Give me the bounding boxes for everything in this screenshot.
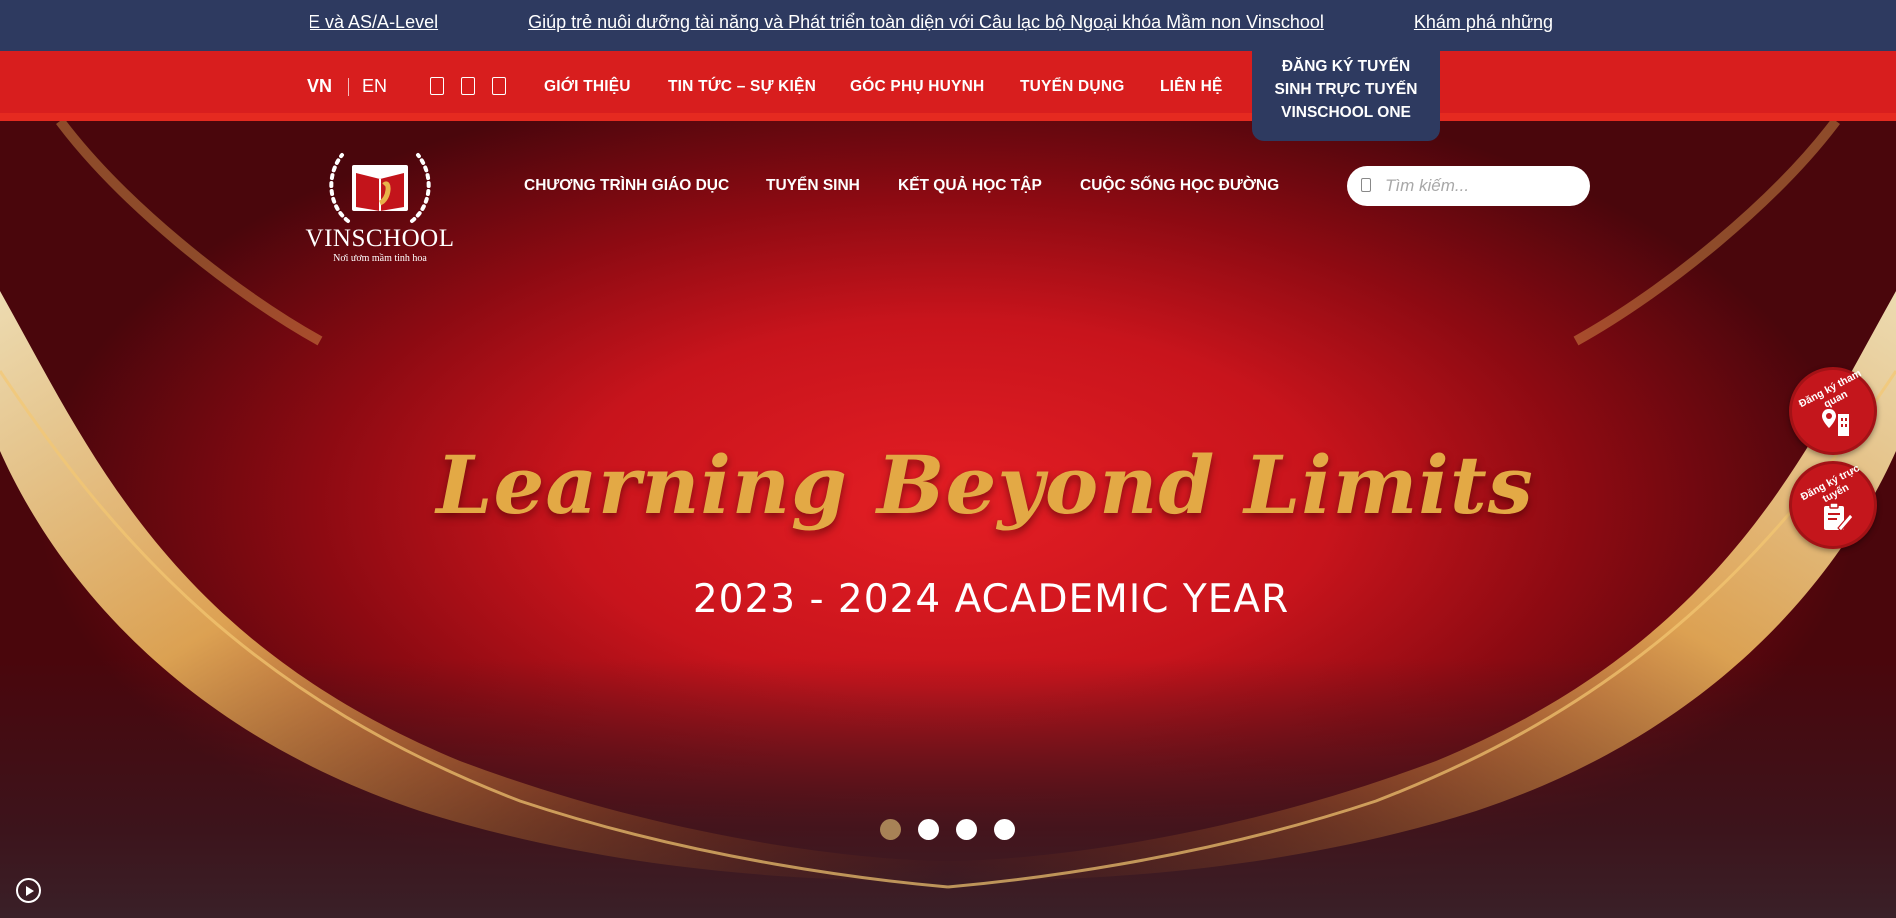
topnav-gioi-thieu[interactable]: GIỚI THIỆU — [544, 78, 631, 96]
ticker-link[interactable]: Giúp trẻ nuôi dưỡng tài năng và Phát tri… — [528, 12, 1324, 33]
slider-play-button[interactable] — [16, 878, 41, 903]
nav-tuyen-sinh[interactable]: TUYỂN SINH — [766, 177, 860, 195]
topnav-goc-phu-huynh[interactable]: GÓC PHỤ HUYNH — [850, 78, 984, 96]
search-input[interactable] — [1385, 166, 1580, 206]
nav-ket-qua[interactable]: KẾT QUẢ HỌC TẬP — [898, 177, 1042, 195]
topnav-tuyen-dung[interactable]: TUYỂN DỤNG — [1020, 78, 1124, 96]
ticker-track: thi IGCSE và AS/A-Level Giúp trẻ nuôi dư… — [310, 12, 1553, 33]
enroll-online-button[interactable]: ĐĂNG KÝ TUYỂN SINH TRỰC TUYẾN VINSCHOOL … — [1252, 51, 1440, 141]
lang-vn-link[interactable]: VN — [307, 76, 332, 97]
facebook-icon[interactable] — [430, 77, 444, 95]
search-box — [1347, 166, 1590, 206]
logo-wordmark: VINSCHOOL — [305, 225, 455, 252]
top-bar: VN EN GIỚI THIỆU TIN TỨC – SỰ KIỆN GÓC P… — [0, 51, 1896, 121]
logo-tagline: Nơi ươm mầm tinh hoa — [333, 253, 427, 264]
news-ticker: thi IGCSE và AS/A-Level Giúp trẻ nuôi dư… — [0, 0, 1896, 51]
clipboard-pen-icon — [1824, 502, 1852, 532]
hero-headline: Learning Beyond Limits — [436, 438, 1534, 532]
lang-en-link[interactable]: EN — [362, 76, 387, 97]
instagram-icon[interactable] — [492, 77, 506, 95]
logo-emblem-icon — [329, 153, 431, 223]
search-icon — [1361, 178, 1371, 192]
location-building-icon — [1822, 409, 1849, 436]
nav-cuoc-song[interactable]: CUỘC SỐNG HỌC ĐƯỜNG — [1080, 177, 1279, 195]
slider-dot-3[interactable] — [956, 819, 977, 840]
register-online-button[interactable]: Đăng ký trực tuyến — [1789, 461, 1877, 549]
slider-dot-1[interactable] — [880, 819, 901, 840]
hero-subline: 2023 - 2024 ACADEMIC YEAR — [692, 577, 1290, 622]
vinschool-logo[interactable]: VINSCHOOL Nơi ươm mầm tinh hoa — [300, 143, 460, 264]
ticker-link[interactable]: thi IGCSE và AS/A-Level — [310, 12, 438, 33]
slider-dot-4[interactable] — [994, 819, 1015, 840]
topnav-lien-he[interactable]: LIÊN HỆ — [1160, 78, 1223, 96]
nav-chuong-trinh[interactable]: CHƯƠNG TRÌNH GIÁO DỤC — [524, 177, 729, 195]
slider-dots — [880, 819, 1015, 840]
youtube-icon[interactable] — [461, 77, 475, 95]
register-visit-button[interactable]: Đăng ký tham quan — [1789, 367, 1877, 455]
slider-dot-2[interactable] — [918, 819, 939, 840]
topnav-tin-tuc[interactable]: TIN TỨC – SỰ KIỆN — [668, 78, 816, 96]
ticker-window: thi IGCSE và AS/A-Level Giúp trẻ nuôi dư… — [310, 0, 1586, 51]
lang-divider — [348, 78, 349, 96]
ticker-link[interactable]: Khám phá những — [1414, 12, 1553, 33]
